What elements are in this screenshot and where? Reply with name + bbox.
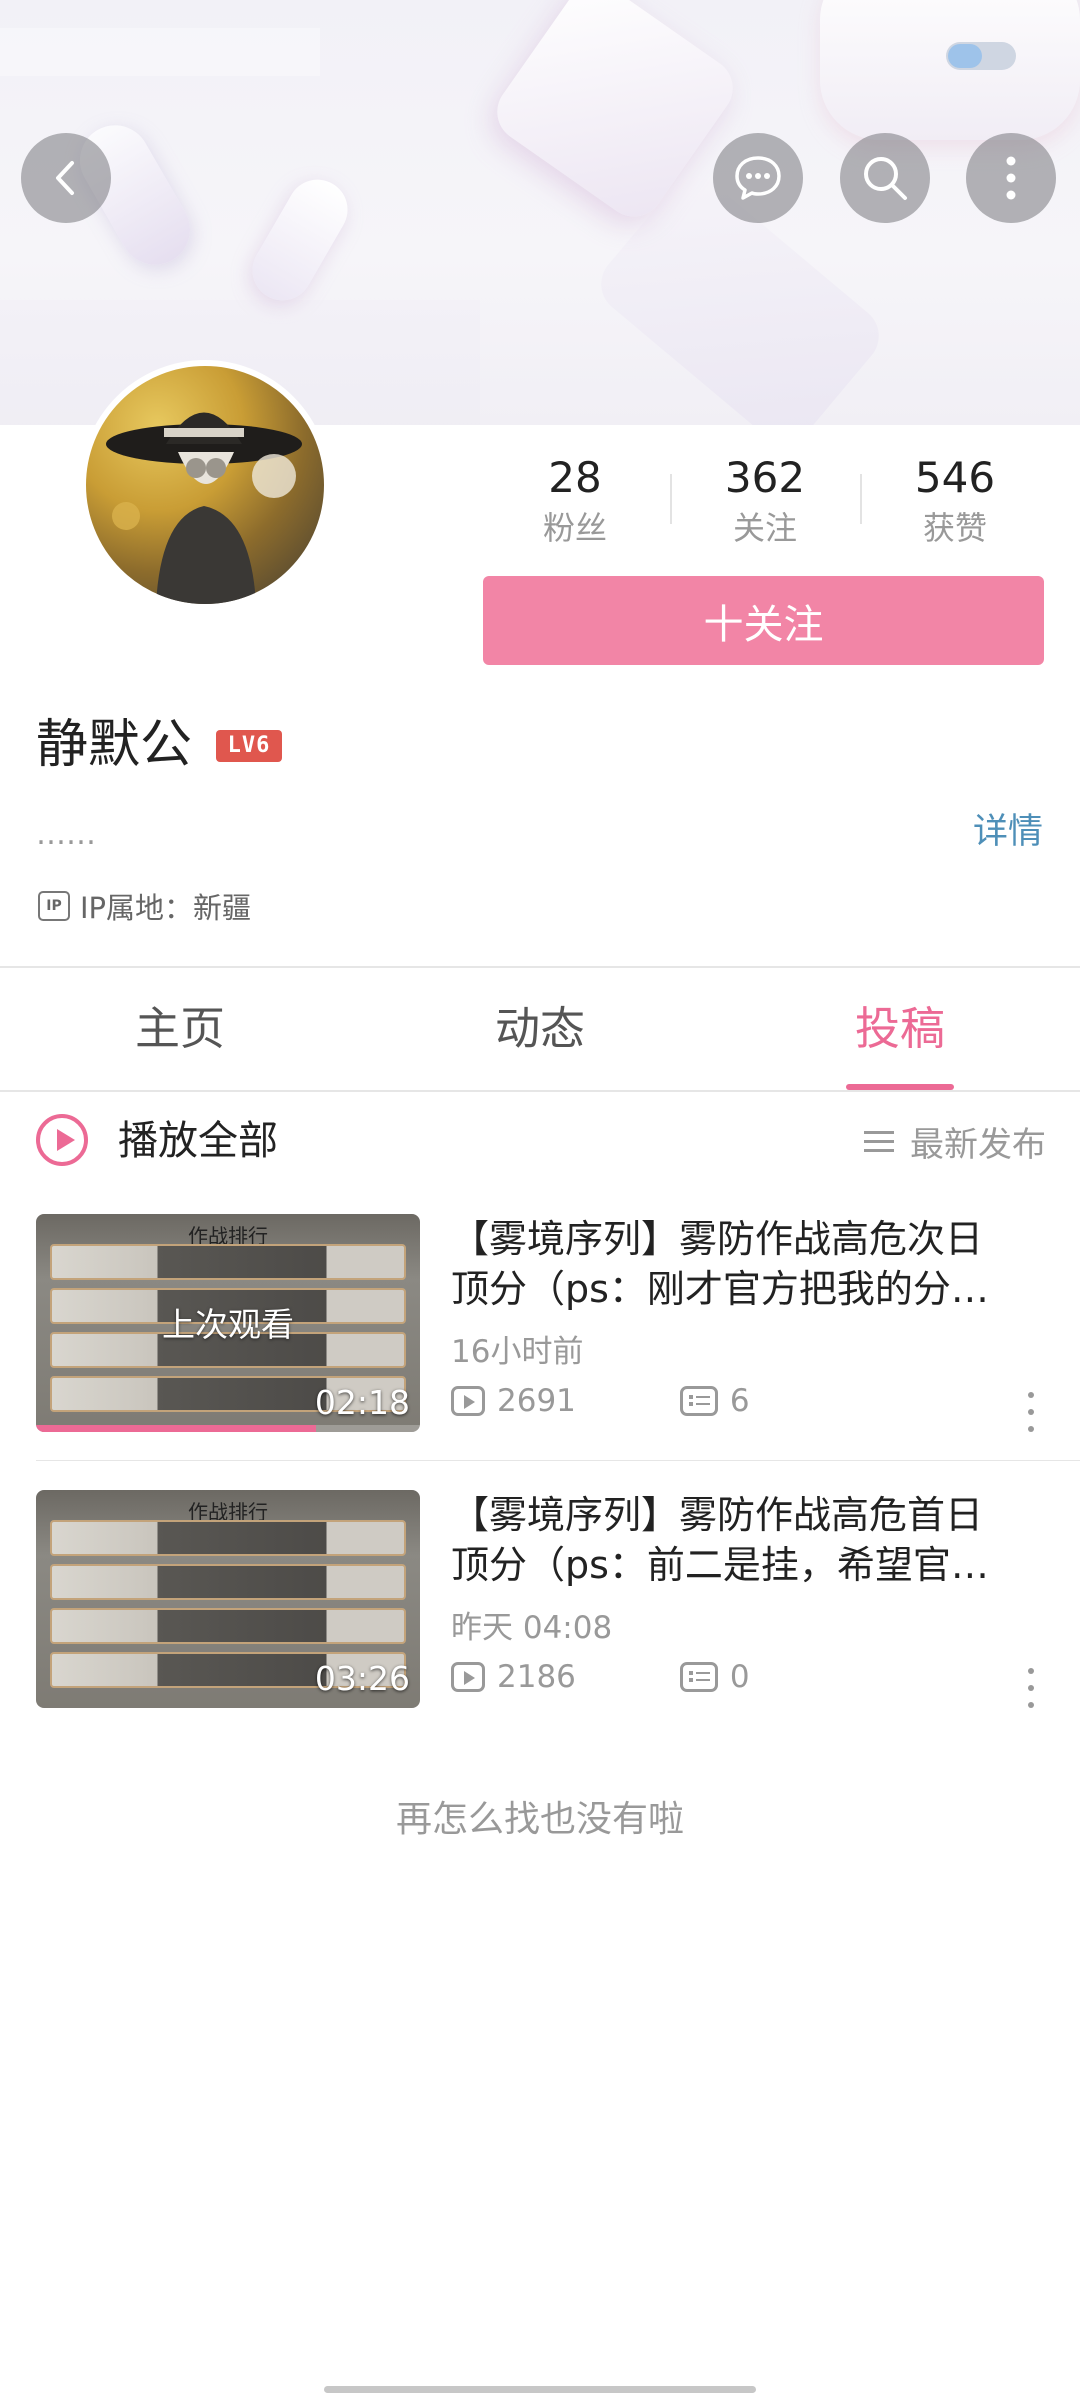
stat-value: 28 xyxy=(548,453,602,502)
profile-banner xyxy=(0,0,1080,425)
stat-label: 获赞 xyxy=(922,509,987,547)
banner-top-strip xyxy=(0,28,320,76)
comment-icon xyxy=(679,1662,718,1692)
back-button[interactable] xyxy=(21,133,111,223)
banner-decoration xyxy=(241,168,359,312)
video-more-icon[interactable] xyxy=(1021,1390,1041,1434)
video-item[interactable]: 作战排行 03:26 【雾境序列】雾防作战高危首日 顶分（ps：前二是挂，希望官… xyxy=(36,1490,1080,1708)
message-icon xyxy=(735,156,781,200)
video-thumbnail[interactable]: 作战排行 上次观看 02:18 xyxy=(36,1214,420,1432)
profile-stats: 28 粉丝 362 关注 546 获赞 xyxy=(480,450,1050,555)
avatar[interactable] xyxy=(80,360,330,610)
sort-list-icon xyxy=(864,1129,894,1153)
ip-icon: IP xyxy=(38,891,70,921)
video-thumbnail[interactable]: 作战排行 03:26 xyxy=(36,1490,420,1708)
theme-toggle[interactable] xyxy=(946,42,1016,70)
end-of-list-text: 再怎么找也没有啦 xyxy=(395,1799,684,1840)
banner-decoration xyxy=(820,0,1080,140)
comment-icon xyxy=(679,1386,718,1416)
signature: …… xyxy=(36,817,96,852)
video-title-line: 顶分（ps：前二是挂，希望官… xyxy=(451,1543,989,1587)
video-title-line: 【雾境序列】雾防作战高危次日 xyxy=(451,1217,984,1261)
video-title[interactable]: 【雾境序列】雾防作战高危次日 顶分（ps：刚才官方把我的分… xyxy=(451,1214,1080,1314)
stat-label: 关注 xyxy=(732,509,797,547)
sort-label: 最新发布 xyxy=(910,1124,1046,1165)
video-title-line: 顶分（ps：刚才官方把我的分… xyxy=(451,1267,989,1311)
stat-value: 362 xyxy=(724,453,806,502)
play-all-button[interactable]: 播放全部 xyxy=(118,1112,278,1170)
stat-following[interactable]: 362 关注 xyxy=(670,450,860,555)
video-duration: 03:26 xyxy=(314,1659,410,1698)
stat-fans[interactable]: 28 粉丝 xyxy=(480,450,670,555)
detail-link[interactable]: 详情 xyxy=(973,810,1043,854)
video-more-icon[interactable] xyxy=(1021,1666,1041,1710)
avatar-image xyxy=(106,412,302,604)
video-item[interactable]: 作战排行 上次观看 02:18 【雾境序列】雾防作战高危次日 顶分（ps：刚才官… xyxy=(36,1214,1080,1432)
username: 静默公 xyxy=(36,715,193,775)
follow-button[interactable]: 十关注 xyxy=(483,576,1044,665)
video-publish-time: 昨天 04:08 xyxy=(451,1610,613,1646)
sort-button[interactable]: 最新发布 xyxy=(864,1112,1046,1170)
level-badge: LV6 xyxy=(216,730,282,762)
ip-location-row: IP IP属地：新疆 xyxy=(38,886,251,926)
message-button[interactable] xyxy=(713,133,803,223)
view-count: 2186 xyxy=(497,1659,576,1695)
stat-likes[interactable]: 546 获赞 xyxy=(860,450,1050,555)
tab-dynamics[interactable]: 动态 xyxy=(360,968,720,1090)
search-icon xyxy=(864,157,907,200)
home-indicator[interactable] xyxy=(324,2386,756,2393)
tab-home[interactable]: 主页 xyxy=(0,968,360,1090)
back-icon xyxy=(56,161,74,195)
tabs-divider xyxy=(0,1090,1080,1092)
last-watched-label: 上次观看 xyxy=(162,1305,294,1344)
tab-submissions[interactable]: 投稿 xyxy=(720,968,1080,1090)
list-divider xyxy=(36,1460,1080,1461)
video-stats: 2186 0 xyxy=(451,1656,750,1698)
profile-tabs: 主页 动态 投稿 xyxy=(0,968,1080,1090)
comment-count: 6 xyxy=(729,1383,750,1419)
watch-progress-bar xyxy=(36,1425,420,1432)
view-count-icon xyxy=(451,1386,485,1416)
stat-label: 粉丝 xyxy=(542,509,607,547)
video-duration: 02:18 xyxy=(314,1383,410,1422)
view-count: 2691 xyxy=(497,1383,576,1419)
watch-progress-fill xyxy=(36,1425,317,1432)
video-publish-time: 16小时前 xyxy=(451,1334,584,1370)
play-all-row: 播放全部 最新发布 xyxy=(36,1112,1046,1172)
search-button[interactable] xyxy=(840,133,930,223)
video-title[interactable]: 【雾境序列】雾防作战高危首日 顶分（ps：前二是挂，希望官… xyxy=(451,1490,1080,1590)
play-circle-icon[interactable] xyxy=(36,1114,88,1166)
stat-value: 546 xyxy=(914,453,996,502)
ip-location-text: IP属地：新疆 xyxy=(80,891,252,925)
video-stats: 2691 6 xyxy=(451,1380,750,1422)
view-count-icon xyxy=(451,1662,485,1692)
video-title-line: 【雾境序列】雾防作战高危首日 xyxy=(451,1493,984,1537)
more-icon xyxy=(1006,156,1016,200)
more-options-button[interactable] xyxy=(966,133,1056,223)
comment-count: 0 xyxy=(729,1659,750,1695)
